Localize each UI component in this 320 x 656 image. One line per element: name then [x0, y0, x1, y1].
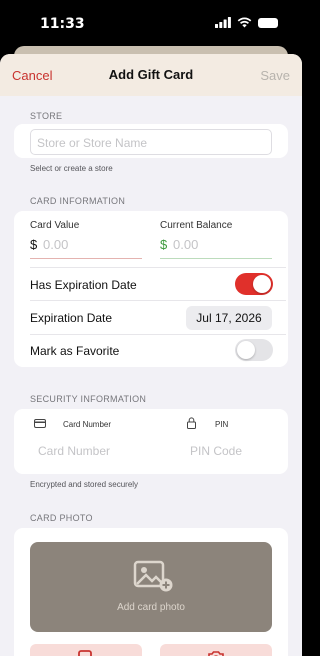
store-name-placeholder: Store or Store Name [37, 136, 148, 150]
security-section-header: SECURITY INFORMATION [30, 394, 147, 404]
card-value-currency: $ [30, 237, 38, 252]
card-value-input[interactable]: 0.00 [43, 237, 68, 252]
card-value-underline [30, 258, 142, 259]
card-information-header: CARD INFORMATION [30, 196, 126, 206]
current-balance-input[interactable]: 0.00 [173, 237, 198, 252]
expiration-date-picker[interactable]: Jul 17, 2026 [186, 306, 272, 330]
toggle-knob [237, 341, 255, 359]
store-section-header: STORE [30, 111, 63, 121]
expiration-date-label: Expiration Date [30, 311, 113, 325]
cellular-signal-icon [215, 17, 231, 28]
page-title: Add Gift Card [108, 67, 194, 82]
card-number-input[interactable]: Card Number [38, 444, 110, 458]
mark-favorite-label: Mark as Favorite [30, 344, 120, 358]
card-value-label: Card Value [30, 220, 80, 231]
store-name-input[interactable]: Store or Store Name [30, 129, 272, 155]
add-card-photo-label: Add card photo [117, 602, 185, 613]
camera-button[interactable] [160, 644, 272, 656]
add-gift-card-sheet: Cancel Add Gift Card Save STORE Store or… [0, 54, 302, 656]
lock-icon [187, 417, 196, 429]
current-balance-currency: $ [160, 237, 168, 252]
divider [30, 267, 286, 268]
photo-library-icon [78, 650, 92, 656]
security-card [14, 409, 288, 474]
mark-favorite-toggle[interactable] [235, 339, 273, 361]
store-footer-note: Select or create a store [30, 164, 113, 173]
save-button[interactable]: Save [260, 68, 290, 83]
photo-library-button[interactable] [30, 644, 142, 656]
battery-icon [258, 17, 278, 28]
security-footer-note: Encrypted and stored securely [30, 480, 139, 489]
has-expiration-label: Has Expiration Date [30, 278, 137, 292]
toggle-knob [253, 275, 271, 293]
has-expiration-toggle[interactable] [235, 273, 273, 295]
card-photo-header: CARD PHOTO [30, 513, 93, 523]
pin-input[interactable]: PIN Code [190, 444, 242, 458]
current-balance-label: Current Balance [160, 220, 233, 231]
wifi-icon [237, 17, 252, 28]
pin-label: PIN [215, 420, 229, 429]
add-card-photo-area[interactable]: Add card photo [30, 542, 272, 632]
status-icons [215, 17, 278, 28]
current-balance-underline [160, 258, 272, 259]
card-number-label: Card Number [63, 420, 112, 429]
credit-card-icon [34, 419, 46, 428]
add-photo-icon [133, 560, 173, 592]
divider [30, 334, 286, 335]
divider [30, 300, 286, 301]
status-time: 11:33 [40, 16, 85, 32]
camera-icon [208, 651, 224, 656]
status-bar: 11:33 [0, 0, 302, 46]
navigation-bar: Cancel Add Gift Card Save [0, 54, 302, 96]
